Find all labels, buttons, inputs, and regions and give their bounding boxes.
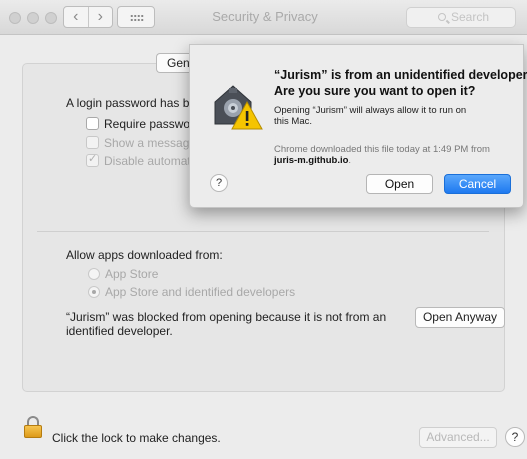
minimize-window-button[interactable] (27, 12, 39, 24)
close-window-button[interactable] (9, 12, 21, 24)
show-all-button[interactable] (117, 6, 155, 28)
search-icon (438, 13, 446, 21)
unidentified-developer-dialog: “Jurism” is from an unidentified develop… (189, 44, 527, 208)
open-anyway-button[interactable]: Open Anyway (415, 307, 505, 328)
warning-app-icon (214, 85, 263, 130)
require-password-checkbox[interactable] (86, 117, 99, 130)
window-title: Security & Privacy (212, 9, 318, 24)
app-store-identified-radio[interactable] (88, 286, 100, 298)
dialog-message: Opening “Jurism” will always allow it to… (274, 105, 504, 127)
show-message-checkbox[interactable] (86, 136, 99, 149)
login-password-text: A login password has be (66, 96, 197, 110)
blocked-message-line1: “Jurism” was blocked from opening becaus… (66, 310, 387, 324)
lock-text: Click the lock to make changes. (52, 431, 221, 445)
require-password-label: Require password (104, 117, 201, 131)
dialog-help-button[interactable]: ? (210, 174, 228, 192)
divider (37, 231, 489, 232)
back-button[interactable]: ‹ (64, 7, 88, 27)
blocked-message-line2: identified developer. (66, 324, 173, 338)
security-privacy-window: ‹ › Security & Privacy Search Gen A logi… (0, 0, 527, 459)
dialog-download-line1: Chrome downloaded this file today at 1:4… (274, 144, 490, 155)
open-button[interactable]: Open (366, 174, 433, 194)
cancel-button[interactable]: Cancel (444, 174, 511, 194)
navigation-buttons: ‹ › (63, 6, 113, 28)
show-message-label: Show a message (104, 136, 197, 150)
download-period: . (348, 155, 352, 166)
search-placeholder: Search (451, 10, 490, 24)
dialog-message-line2: this Mac. (274, 116, 313, 127)
allow-apps-heading: Allow apps downloaded from: (66, 248, 223, 262)
dialog-message-line1: Opening “Jurism” will always allow it to… (274, 105, 467, 116)
zoom-window-button[interactable] (45, 12, 57, 24)
checkmark-icon: ✓ (88, 153, 98, 165)
lock-icon[interactable] (24, 416, 42, 438)
app-store-identified-label: App Store and identified developers (105, 285, 296, 299)
grid-icon (130, 14, 144, 22)
app-store-radio[interactable] (88, 268, 100, 280)
disable-automatic-checkbox[interactable]: ✓ (86, 153, 99, 167)
download-source: juris-m.github.io (274, 155, 349, 166)
title-bar: ‹ › Security & Privacy Search (0, 0, 527, 35)
dialog-download-info: Chrome downloaded this file today at 1:4… (274, 144, 514, 166)
dialog-title-line2: Are you sure you want to open it? (274, 84, 476, 98)
advanced-button[interactable]: Advanced... (419, 427, 497, 448)
forward-button[interactable]: › (87, 7, 113, 27)
app-store-label: App Store (105, 267, 159, 281)
search-field[interactable]: Search (406, 7, 516, 28)
disable-automatic-label: Disable automatic (104, 154, 200, 168)
dialog-title-line1: “Jurism” is from an unidentified develop… (274, 68, 527, 82)
help-button[interactable]: ? (505, 427, 525, 447)
